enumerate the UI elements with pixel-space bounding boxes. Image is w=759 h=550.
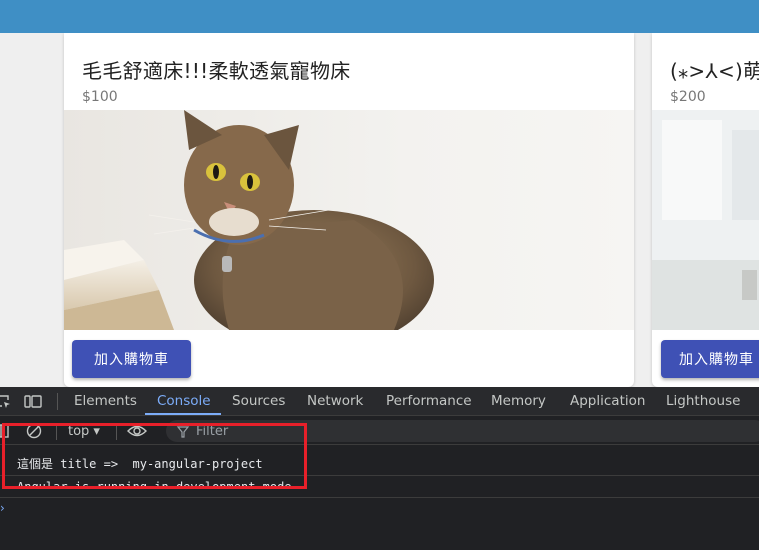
product-image bbox=[64, 110, 634, 330]
product-card: 毛毛舒適床!!!柔軟透氣寵物床 $100 加入購物車 bbox=[64, 33, 634, 387]
toolbar-divider bbox=[57, 393, 58, 410]
tab-memory[interactable]: Memory bbox=[491, 393, 546, 409]
product-card: (⁎>⅄<)萌 $200 加入購物車 bbox=[652, 33, 759, 387]
tab-performance[interactable]: Performance bbox=[386, 393, 472, 409]
app-header-bar bbox=[0, 0, 759, 33]
product-price: $100 bbox=[82, 89, 118, 105]
tab-network[interactable]: Network bbox=[307, 393, 363, 409]
device-toolbar-icon[interactable] bbox=[24, 394, 42, 410]
add-to-cart-button[interactable]: 加入購物車 bbox=[661, 340, 759, 378]
product-image bbox=[652, 110, 759, 330]
product-list: 毛毛舒適床!!!柔軟透氣寵物床 $100 加入購物車 (⁎>⅄<)萌 $200 … bbox=[0, 33, 759, 387]
tab-console[interactable]: Console bbox=[157, 393, 211, 409]
product-price: $200 bbox=[670, 89, 706, 105]
inspect-element-icon[interactable] bbox=[0, 394, 12, 410]
console-prompt[interactable]: › bbox=[0, 501, 5, 515]
active-tab-indicator bbox=[145, 413, 221, 415]
add-to-cart-button[interactable]: 加入購物車 bbox=[72, 340, 191, 378]
tab-sources[interactable]: Sources bbox=[232, 393, 285, 409]
tab-elements[interactable]: Elements bbox=[74, 393, 137, 409]
devtools-tab-bar: Elements Console Sources Network Perform… bbox=[0, 387, 759, 416]
console-line-divider bbox=[0, 497, 759, 498]
product-title: 毛毛舒適床!!!柔軟透氣寵物床 bbox=[82, 59, 351, 83]
product-title: (⁎>⅄<)萌 bbox=[670, 59, 759, 83]
annotation-highlight-box bbox=[2, 423, 307, 489]
tab-application[interactable]: Application bbox=[570, 393, 645, 409]
tab-lighthouse[interactable]: Lighthouse bbox=[666, 393, 740, 409]
